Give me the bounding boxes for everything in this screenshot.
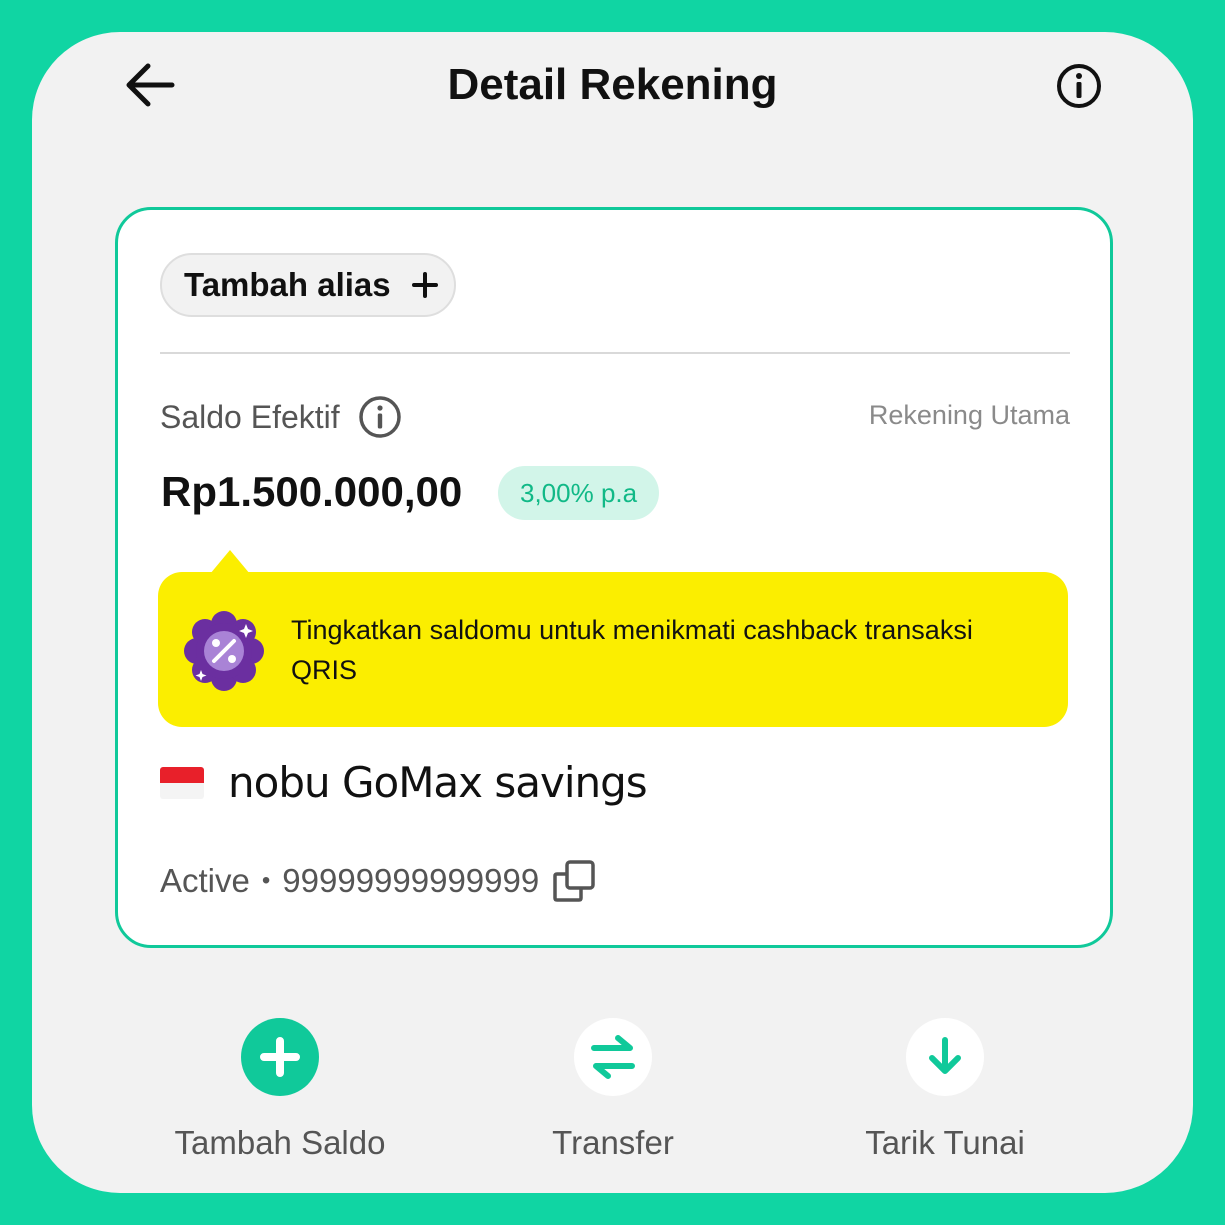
withdraw-cash-label: Tarik Tunai xyxy=(865,1124,1025,1161)
add-balance-button[interactable]: Tambah Saldo xyxy=(120,1018,440,1162)
account-status: Active xyxy=(160,862,250,899)
saldo-label-row: Saldo Efektif xyxy=(160,395,402,439)
account-number: 99999999999999 xyxy=(282,862,540,899)
add-alias-button[interactable]: Tambah alias xyxy=(160,253,456,317)
balance-amount: Rp1.500.000,00 xyxy=(161,468,463,515)
separator-dot: • xyxy=(261,867,271,894)
app-frame: Detail Rekening Tambah alias Saldo Efekt… xyxy=(32,32,1193,1193)
interest-rate-badge: 3,00% p.a xyxy=(498,466,660,520)
add-alias-label: Tambah alias xyxy=(184,266,391,303)
promo-banner[interactable]: Tingkatkan saldomu untuk menikmati cashb… xyxy=(158,550,1068,727)
product-name: nobu GoMax savings xyxy=(228,758,648,807)
account-card: Tambah alias Saldo Efektif Rekening Utam… xyxy=(115,207,1113,948)
saldo-label: Saldo Efektif xyxy=(160,398,340,435)
promo-text: Tingkatkan saldomu untuk menikmati cashb… xyxy=(291,615,973,685)
withdraw-cash-button[interactable]: Tarik Tunai xyxy=(785,1018,1105,1162)
divider xyxy=(160,352,1070,354)
transfer-button[interactable]: Transfer xyxy=(453,1018,773,1162)
indonesia-flag-icon xyxy=(160,766,204,799)
transfer-arrows-icon xyxy=(574,1018,652,1096)
account-type-label: Rekening Utama xyxy=(868,400,1070,430)
plus-icon xyxy=(411,272,438,298)
transfer-label: Transfer xyxy=(552,1124,674,1161)
arrow-down-icon xyxy=(906,1018,984,1096)
info-circle-icon[interactable] xyxy=(358,395,402,439)
promo-pointer xyxy=(210,550,250,574)
product-row: nobu GoMax savings xyxy=(160,758,648,807)
status-row: Active • 99999999999999 xyxy=(160,858,597,904)
plus-circle-icon xyxy=(241,1018,319,1096)
add-balance-label: Tambah Saldo xyxy=(174,1124,386,1161)
header: Detail Rekening xyxy=(32,32,1193,182)
action-bar: Tambah Saldo Transfer Tarik Tunai xyxy=(32,1018,1193,1178)
copy-icon[interactable] xyxy=(551,858,597,904)
cashback-badge-icon xyxy=(184,611,264,691)
page-title: Detail Rekening xyxy=(447,60,778,109)
info-button[interactable] xyxy=(1055,62,1103,110)
info-circle-icon xyxy=(1057,64,1101,108)
